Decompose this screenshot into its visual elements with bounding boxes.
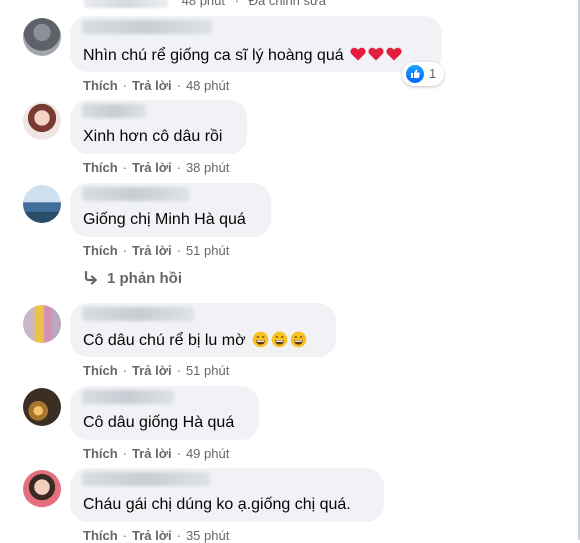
heart-emoji-icon	[386, 47, 402, 61]
comment-time[interactable]: 48 phút	[186, 78, 229, 93]
prev-comment-meta: 48 phút · Đã chỉnh sửa	[84, 0, 326, 9]
reaction-summary[interactable]: 1	[402, 62, 444, 86]
edited-label: Đã chỉnh sửa	[248, 0, 326, 8]
action-separator: ·	[176, 528, 181, 543]
blurred-author-name[interactable]	[82, 307, 194, 321]
like-button[interactable]: Thích	[83, 528, 118, 543]
reply-button[interactable]: Trả lời	[132, 363, 172, 378]
comment-actions: Thích · Trả lời · 51 phút	[83, 243, 229, 258]
comment-bubble: Cháu gái chị dúng ko ạ.giống chị quá.	[70, 468, 384, 522]
comment-time[interactable]: 49 phút	[186, 446, 229, 461]
comment-time[interactable]: 51 phút	[186, 363, 229, 378]
comment-text-content: Nhìn chú rể giống ca sĩ lý hoàng quá	[83, 47, 344, 64]
comment-bubble: Nhìn chú rể giống ca sĩ lý hoàng quá	[70, 16, 442, 72]
action-separator: ·	[176, 363, 181, 378]
action-separator: ·	[176, 160, 181, 175]
comment-time[interactable]: 51 phút	[186, 243, 229, 258]
reply-button[interactable]: Trả lời	[132, 243, 172, 258]
comment-bubble: Xinh hơn cô dâu rồi	[70, 100, 247, 154]
view-replies-label: 1 phản hồi	[107, 270, 182, 287]
avatar[interactable]	[23, 470, 61, 508]
like-reaction-icon	[406, 65, 424, 83]
comment-bubble: Cô dâu giống Hà quá	[70, 386, 259, 440]
like-button[interactable]: Thích	[83, 363, 118, 378]
comment-text: Nhìn chú rể giống ca sĩ lý hoàng quá	[83, 47, 402, 65]
meta-separator: ·	[234, 0, 239, 8]
avatar[interactable]	[23, 388, 61, 426]
action-separator: ·	[176, 78, 181, 93]
heart-emoji-icon	[368, 47, 384, 61]
reply-arrow-icon	[84, 270, 97, 285]
reaction-count: 1	[429, 66, 437, 81]
blurred-actions	[84, 0, 168, 9]
grinning-emoji-icon	[252, 331, 269, 348]
comment-bubble: Cô dâu chú rể bị lu mờ	[70, 303, 336, 357]
avatar[interactable]	[23, 305, 61, 343]
comment-text: Giống chị Minh Hà quá	[83, 211, 246, 228]
like-button[interactable]: Thích	[83, 243, 118, 258]
blurred-author-name[interactable]	[82, 20, 212, 34]
action-separator: ·	[176, 446, 181, 461]
comment-actions: Thích · Trả lời · 49 phút	[83, 446, 229, 461]
reply-button[interactable]: Trả lời	[132, 528, 172, 543]
avatar[interactable]	[23, 185, 61, 223]
comment-bubble: Giống chị Minh Hà quá	[70, 183, 271, 237]
comment-text: Cô dâu giống Hà quá	[83, 414, 235, 431]
grinning-emoji-icon	[271, 331, 288, 348]
blurred-author-name[interactable]	[82, 104, 146, 118]
comment-text-content: Cô dâu chú rể bị lu mờ	[83, 332, 246, 349]
action-separator: ·	[122, 243, 128, 258]
comment-text: Cháu gái chị dúng ko ạ.giống chị quá.	[83, 496, 351, 513]
view-replies-link[interactable]: 1 phản hồi	[83, 270, 182, 287]
like-button[interactable]: Thích	[83, 160, 118, 175]
like-button[interactable]: Thích	[83, 446, 118, 461]
grinning-emoji-icon	[290, 331, 307, 348]
action-separator: ·	[122, 363, 128, 378]
action-separator: ·	[122, 160, 128, 175]
comment-actions: Thích · Trả lời · 38 phút	[83, 160, 229, 175]
reply-button[interactable]: Trả lời	[132, 446, 172, 461]
action-separator: ·	[122, 78, 128, 93]
like-button[interactable]: Thích	[83, 78, 118, 93]
action-separator: ·	[176, 243, 181, 258]
comment-time[interactable]: 38 phút	[186, 160, 229, 175]
blurred-author-name[interactable]	[82, 390, 174, 404]
action-separator: ·	[122, 528, 128, 543]
comment-actions: Thích · Trả lời · 51 phút	[83, 363, 229, 378]
avatar[interactable]	[23, 18, 61, 56]
comment-actions: Thích · Trả lời · 35 phút	[83, 528, 229, 543]
action-separator: ·	[122, 446, 128, 461]
blurred-author-name[interactable]	[82, 187, 190, 201]
reply-button[interactable]: Trả lời	[132, 78, 172, 93]
comment-text: Xinh hơn cô dâu rồi	[83, 128, 223, 145]
comment-time[interactable]: 35 phút	[186, 528, 229, 543]
prev-comment-time: 48 phút	[181, 0, 225, 8]
comment-actions: Thích · Trả lời · 48 phút	[83, 78, 229, 93]
avatar[interactable]	[23, 102, 61, 140]
heart-emoji-icon	[350, 47, 366, 61]
blurred-author-name[interactable]	[82, 472, 210, 486]
comment-text: Cô dâu chú rể bị lu mờ	[83, 331, 307, 350]
reply-button[interactable]: Trả lời	[132, 160, 172, 175]
